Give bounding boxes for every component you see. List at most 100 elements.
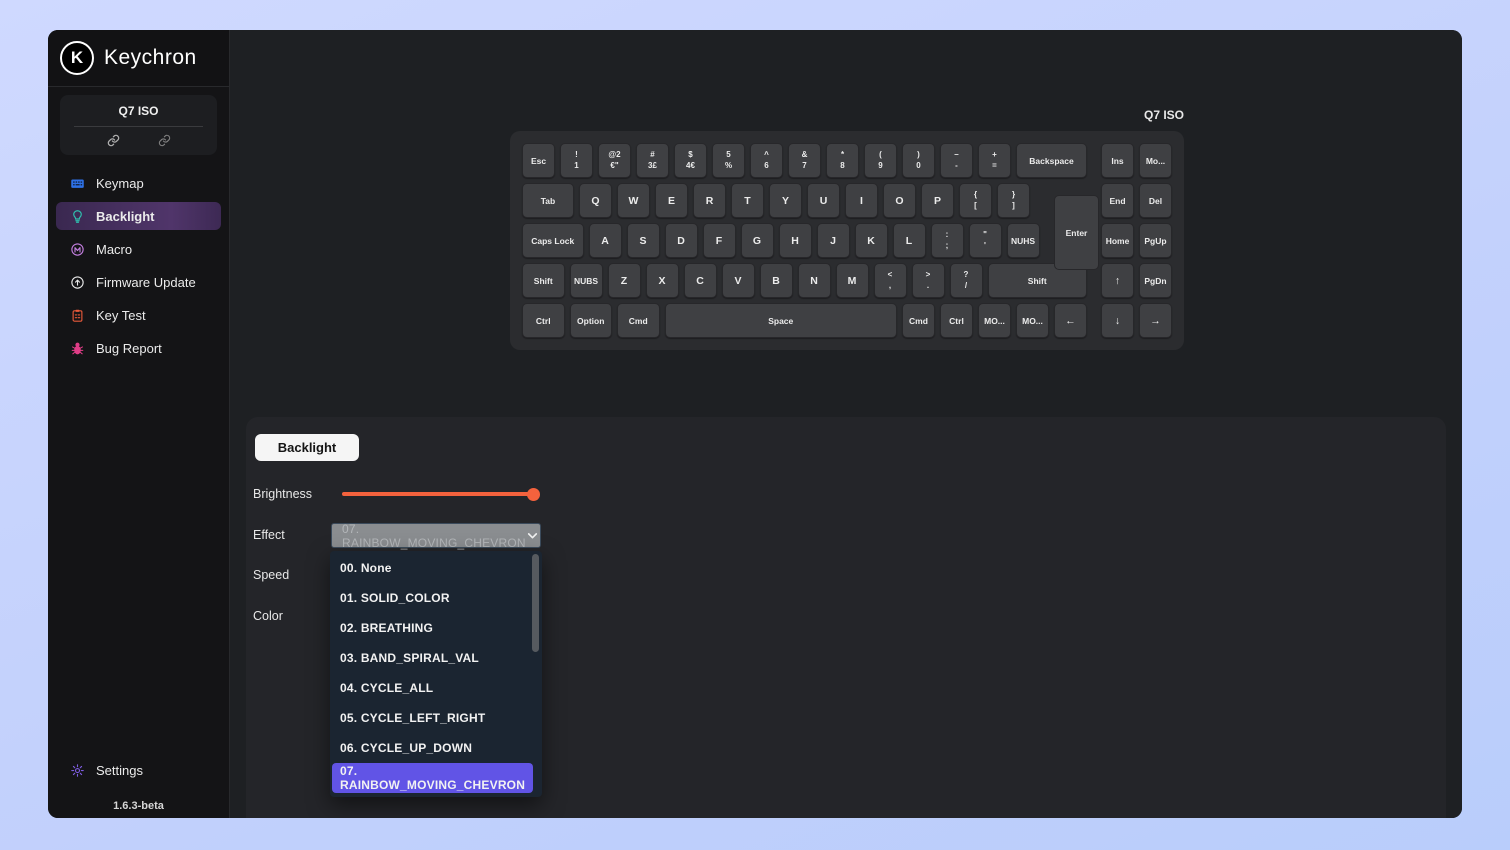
keyboard-key[interactable]: @2€" <box>598 143 631 178</box>
keyboard-key[interactable]: >. <box>912 263 945 298</box>
keyboard-key[interactable]: C <box>684 263 717 298</box>
sidebar-item-keymap[interactable]: Keymap <box>56 169 221 197</box>
keyboard-key[interactable]: End <box>1101 183 1134 218</box>
sidebar-item-label: Bug Report <box>96 341 162 356</box>
keyboard-key[interactable]: &7 <box>788 143 821 178</box>
keyboard-key[interactable]: *8 <box>826 143 859 178</box>
keyboard-key[interactable]: "' <box>969 223 1002 258</box>
keyboard-key[interactable]: += <box>978 143 1011 178</box>
keyboard-key[interactable]: W <box>617 183 650 218</box>
effect-option[interactable]: 05. CYCLE_LEFT_RIGHT <box>330 703 542 733</box>
keyboard-key[interactable]: Option <box>570 303 613 338</box>
keyboard-key[interactable]: ?/ <box>950 263 983 298</box>
keyboard-key[interactable]: ^6 <box>750 143 783 178</box>
keyboard-key[interactable]: Cmd <box>902 303 935 338</box>
keyboard-key[interactable]: Q <box>579 183 612 218</box>
keyboard-key[interactable]: ← <box>1054 303 1087 338</box>
keyboard-key[interactable]: → <box>1139 303 1172 338</box>
brand-name: Keychron <box>104 46 197 70</box>
keyboard-key[interactable]: )0 <box>902 143 935 178</box>
keyboard-key[interactable]: !1 <box>560 143 593 178</box>
effect-select[interactable]: 07. RAINBOW_MOVING_CHEVRON <box>331 523 541 548</box>
keyboard-key[interactable]: Home <box>1101 223 1134 258</box>
keyboard-key[interactable]: PgUp <box>1139 223 1172 258</box>
main-content: Q7 ISO Enter Esc!1@2€"#3£$4€5%^6&7*8(9)0… <box>230 30 1462 818</box>
keyboard-key[interactable]: Backspace <box>1016 143 1087 178</box>
keyboard-key[interactable]: Y <box>769 183 802 218</box>
keyboard-key[interactable]: ↑ <box>1101 263 1134 298</box>
sidebar-item-macro[interactable]: Macro <box>56 235 221 263</box>
keyboard-key[interactable]: 5% <box>712 143 745 178</box>
slider-thumb[interactable] <box>527 488 540 501</box>
keyboard-key[interactable]: Enter <box>1054 195 1099 270</box>
keyboard-key[interactable]: ↓ <box>1101 303 1134 338</box>
effect-option[interactable]: 00. None <box>330 553 542 583</box>
keyboard-key[interactable]: (9 <box>864 143 897 178</box>
device-card[interactable]: Q7 ISO <box>60 95 217 155</box>
keyboard-key[interactable]: N <box>798 263 831 298</box>
sidebar-item-bugreport[interactable]: Bug Report <box>56 334 221 362</box>
keyboard-key[interactable]: O <box>883 183 916 218</box>
keyboard-key[interactable]: $4€ <box>674 143 707 178</box>
keyboard-key[interactable]: Ctrl <box>940 303 973 338</box>
keyboard-key[interactable]: A <box>589 223 622 258</box>
link-icon <box>158 134 171 147</box>
effect-option[interactable]: 01. SOLID_COLOR <box>330 583 542 613</box>
keyboard-key[interactable]: <, <box>874 263 907 298</box>
keyboard-key[interactable]: PgDn <box>1139 263 1172 298</box>
keyboard-key[interactable]: S <box>627 223 660 258</box>
keyboard-key[interactable]: Del <box>1139 183 1172 218</box>
keyboard-key[interactable]: L <box>893 223 926 258</box>
sidebar-item-firmware[interactable]: Firmware Update <box>56 268 221 296</box>
keyboard-key[interactable]: H <box>779 223 812 258</box>
keyboard-key[interactable]: Ctrl <box>522 303 565 338</box>
sidebar-item-settings[interactable]: Settings <box>56 756 221 784</box>
keyboard-key[interactable]: #3£ <box>636 143 669 178</box>
backlight-tab[interactable]: Backlight <box>255 434 359 461</box>
effect-option[interactable]: 07. RAINBOW_MOVING_CHEVRON <box>332 763 533 793</box>
keyboard-key[interactable]: Tab <box>522 183 574 218</box>
sidebar-item-keytest[interactable]: Key Test <box>56 301 221 329</box>
keyboard-key[interactable]: E <box>655 183 688 218</box>
keyboard-key[interactable]: NUHS <box>1007 223 1040 258</box>
effect-option[interactable]: 03. BAND_SPIRAL_VAL <box>330 643 542 673</box>
keyboard-key[interactable]: }] <box>997 183 1030 218</box>
sidebar-item-backlight[interactable]: Backlight <box>56 202 221 230</box>
keyboard-key[interactable]: J <box>817 223 850 258</box>
keyboard-key[interactable]: V <box>722 263 755 298</box>
keyboard-key[interactable]: MO... <box>978 303 1011 338</box>
effect-option[interactable]: 06. CYCLE_UP_DOWN <box>330 733 542 763</box>
effect-option[interactable]: 04. CYCLE_ALL <box>330 673 542 703</box>
keyboard-key[interactable]: Space <box>665 303 898 338</box>
keyboard-key[interactable]: Z <box>608 263 641 298</box>
app-version: 1.6.3-beta <box>48 800 229 812</box>
keyboard-plate: Enter Esc!1@2€"#3£$4€5%^6&7*8(9)0–-+=Bac… <box>510 131 1184 350</box>
keyboard-key[interactable]: B <box>760 263 793 298</box>
keyboard-key[interactable]: M <box>836 263 869 298</box>
keyboard-key[interactable]: Caps Lock <box>522 223 584 258</box>
keyboard-key[interactable]: {[ <box>959 183 992 218</box>
keyboard-key[interactable]: T <box>731 183 764 218</box>
keyboard-key[interactable]: Shift <box>522 263 565 298</box>
keyboard-key[interactable]: Mo... <box>1139 143 1172 178</box>
keyboard-key[interactable]: X <box>646 263 679 298</box>
keyboard-key[interactable]: :; <box>931 223 964 258</box>
keyboard-key[interactable]: D <box>665 223 698 258</box>
keyboard-key[interactable]: NUBS <box>570 263 603 298</box>
keyboard-key[interactable]: MO... <box>1016 303 1049 338</box>
keyboard-key[interactable]: Esc <box>522 143 555 178</box>
keyboard-key[interactable]: –- <box>940 143 973 178</box>
effect-option[interactable]: 02. BREATHING <box>330 613 542 643</box>
brightness-slider[interactable] <box>342 487 540 501</box>
speed-label: Speed <box>253 568 289 582</box>
keyboard-key[interactable]: F <box>703 223 736 258</box>
keyboard-key[interactable]: P <box>921 183 954 218</box>
keyboard-key[interactable]: R <box>693 183 726 218</box>
keyboard-key[interactable]: K <box>855 223 888 258</box>
keyboard-key[interactable]: Ins <box>1101 143 1134 178</box>
keyboard-key[interactable]: U <box>807 183 840 218</box>
keyboard-key[interactable]: I <box>845 183 878 218</box>
keyboard-key[interactable]: G <box>741 223 774 258</box>
keyboard-key[interactable]: Cmd <box>617 303 660 338</box>
scrollbar-thumb[interactable] <box>532 554 539 652</box>
